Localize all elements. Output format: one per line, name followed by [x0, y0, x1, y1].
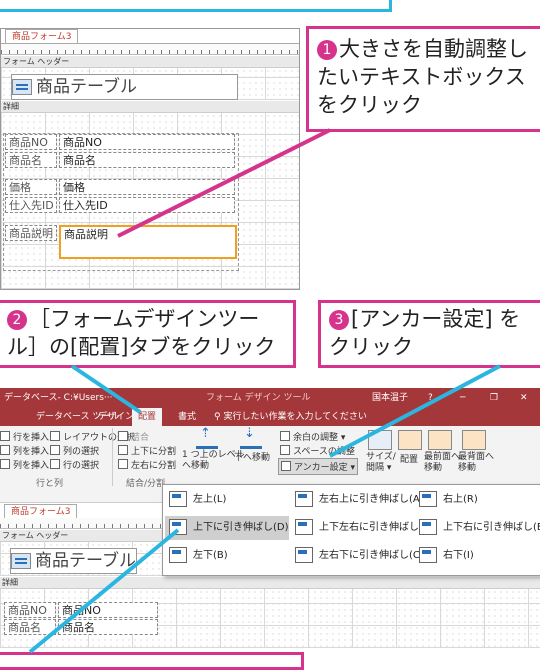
pointer-line-3 — [329, 364, 501, 458]
pointer-lines — [28, 128, 501, 654]
pointer-line-2 — [70, 364, 142, 414]
pointer-line-4 — [28, 528, 180, 654]
pointer-line-1 — [117, 128, 331, 238]
